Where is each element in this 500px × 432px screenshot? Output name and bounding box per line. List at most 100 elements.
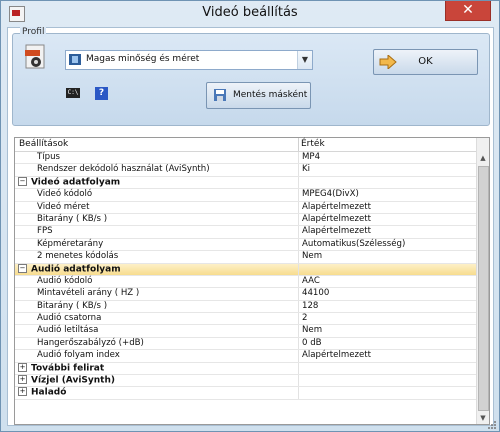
- row-separator: [298, 288, 299, 300]
- row-separator: [298, 375, 299, 387]
- close-button[interactable]: ✕: [445, 1, 491, 21]
- property-value[interactable]: 128: [302, 301, 318, 312]
- expand-icon[interactable]: +: [18, 387, 27, 397]
- resize-grip-icon[interactable]: [488, 421, 497, 430]
- property-row[interactable]: Videó kódoló MPEG4(DivX): [15, 189, 476, 202]
- row-separator: [298, 350, 299, 362]
- property-row[interactable]: Audió letiltása Nem: [15, 325, 476, 338]
- property-label: 2 menetes kódolás: [37, 251, 119, 262]
- property-value[interactable]: Alapértelmezett: [302, 350, 371, 361]
- row-separator: [298, 313, 299, 325]
- category-label-text: Haladó: [31, 387, 67, 398]
- column-separator[interactable]: [298, 138, 299, 151]
- property-rows: Típus MP4 Rendszer dekódoló használat (Avi…: [15, 152, 476, 400]
- column-header-settings[interactable]: Beállítások: [19, 139, 68, 149]
- profile-select-value: Magas minőség és méret: [86, 54, 200, 64]
- save-as-button-label: Mentés másként: [233, 90, 308, 100]
- property-value[interactable]: MP4: [302, 152, 320, 163]
- property-row[interactable]: FPS Alapértelmezett: [15, 226, 476, 239]
- property-row[interactable]: Bitarány ( KB/s ) 128: [15, 300, 476, 314]
- category-row[interactable]: − Videó adatfolyam: [15, 176, 476, 190]
- collapse-icon[interactable]: −: [18, 176, 27, 186]
- property-label: Videó kódoló: [37, 189, 93, 200]
- column-header-value[interactable]: Érték: [301, 139, 325, 149]
- row-separator: [298, 226, 299, 238]
- property-value[interactable]: 0 dB: [302, 338, 322, 349]
- mp4-file-icon: [25, 44, 45, 69]
- property-row[interactable]: Bitarány ( KB/s ) Alapértelmezett: [15, 213, 476, 227]
- property-value[interactable]: Alapértelmezett: [302, 214, 371, 225]
- command-line-icon[interactable]: C:\: [66, 88, 80, 98]
- property-row[interactable]: Típus MP4: [15, 152, 476, 165]
- property-value[interactable]: Automatikus(Szélesség): [302, 239, 405, 250]
- property-label: Audió folyam index: [37, 350, 120, 361]
- chevron-down-icon[interactable]: ▼: [297, 51, 312, 69]
- help-icon[interactable]: ?: [95, 87, 108, 100]
- profile-select[interactable]: Magas minőség és méret ▼: [65, 50, 313, 70]
- property-label: Bitarány ( KB/s ): [37, 213, 108, 224]
- property-value[interactable]: MPEG4(DivX): [302, 189, 359, 200]
- category-label: + Haladó: [15, 387, 66, 399]
- property-row[interactable]: Rendszer dekódoló használat (AviSynth) Ki: [15, 164, 476, 177]
- row-separator: [298, 251, 299, 263]
- category-label-text: További felirat: [31, 363, 105, 374]
- save-as-button[interactable]: Mentés másként: [206, 82, 311, 109]
- title-bar: Videó beállítás ✕: [1, 1, 499, 27]
- category-label: − Videó adatfolyam: [15, 176, 120, 189]
- row-separator: [298, 189, 299, 201]
- property-value[interactable]: Ki: [302, 164, 310, 175]
- category-row[interactable]: + Haladó: [15, 387, 476, 400]
- property-label: Hangerőszabályzó (+dB): [37, 337, 144, 348]
- property-row[interactable]: Audió folyam index Alapértelmezett: [15, 350, 476, 363]
- category-row[interactable]: + Vízjel (AviSynth): [15, 375, 476, 388]
- property-row[interactable]: Mintavételi arány ( HZ ) 44100: [15, 288, 476, 301]
- property-label: Rendszer dekódoló használat (AviSynth): [37, 164, 210, 175]
- collapse-icon[interactable]: −: [18, 263, 27, 273]
- row-separator: [298, 152, 299, 164]
- property-label: Audió letiltása: [37, 325, 99, 336]
- category-label-text: Audió adatfolyam: [31, 264, 121, 275]
- film-icon: [69, 54, 81, 65]
- row-separator: [298, 201, 299, 213]
- property-row[interactable]: 2 menetes kódolás Nem: [15, 251, 476, 264]
- row-separator: [298, 387, 299, 399]
- category-row[interactable]: − Audió adatfolyam: [15, 263, 476, 276]
- property-row[interactable]: Audió csatorna 2: [15, 313, 476, 326]
- category-label: + Vízjel (AviSynth): [15, 375, 115, 387]
- property-row[interactable]: Videó méret Alapértelmezett: [15, 201, 476, 214]
- ok-button-label: OK: [418, 56, 433, 67]
- scroll-thumb[interactable]: [478, 166, 489, 411]
- floppy-disk-icon: [214, 89, 226, 101]
- profile-group-label: Profil: [20, 27, 47, 37]
- vertical-scrollbar[interactable]: ▲ ▼: [476, 138, 489, 424]
- property-value[interactable]: Nem: [302, 251, 322, 262]
- property-label: Bitarány ( KB/s ): [37, 300, 108, 311]
- dialog-body: Profil Magas minőség és méret ▼ OK C:\ ?…: [7, 27, 494, 426]
- expand-icon[interactable]: +: [18, 375, 27, 385]
- property-value[interactable]: Alapértelmezett: [302, 226, 371, 237]
- row-separator: [298, 275, 299, 288]
- property-label: Audió kódoló: [37, 275, 93, 286]
- property-label: Audió csatorna: [37, 313, 102, 324]
- category-row[interactable]: + További felirat: [15, 362, 476, 376]
- row-separator: [298, 213, 299, 226]
- expand-icon[interactable]: +: [18, 362, 27, 372]
- settings-window: Videó beállítás ✕ Profil Magas minőség é…: [0, 0, 500, 432]
- ok-button[interactable]: OK: [373, 49, 478, 75]
- property-label: Videó méret: [37, 201, 90, 212]
- property-value[interactable]: Nem: [302, 325, 322, 336]
- property-value[interactable]: AAC: [302, 276, 320, 287]
- property-value[interactable]: 44100: [302, 288, 329, 299]
- property-label: Képméretarány: [37, 238, 104, 249]
- property-row[interactable]: Hangerőszabályzó (+dB) 0 dB: [15, 337, 476, 351]
- property-value[interactable]: Alapértelmezett: [302, 202, 371, 213]
- window-title: Videó beállítás: [202, 5, 298, 20]
- property-value[interactable]: 2: [302, 313, 307, 324]
- settings-property-grid[interactable]: Beállítások Érték Típus MP4 Rendszer dekód…: [14, 137, 490, 425]
- property-row[interactable]: Audió kódoló AAC: [15, 275, 476, 289]
- scroll-up-icon[interactable]: ▲: [477, 152, 489, 164]
- property-row[interactable]: Képméretarány Automatikus(Szélesség): [15, 238, 476, 252]
- category-label: − Audió adatfolyam: [15, 263, 121, 276]
- row-separator: [298, 263, 299, 275]
- property-label: Típus: [37, 152, 61, 162]
